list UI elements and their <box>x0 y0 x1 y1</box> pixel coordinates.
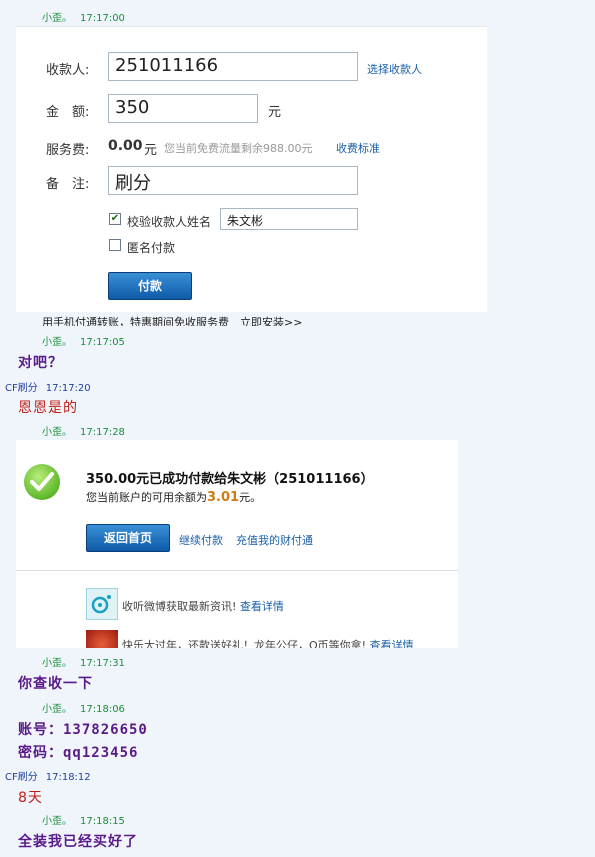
password-message: 密码：qq123456 <box>18 745 139 761</box>
message-time: 17:17:20 <box>45 383 91 394</box>
payee-input[interactable]: 251011166 <box>108 52 358 81</box>
fee-label: 服务费: <box>46 143 90 158</box>
chat-sender-header: 小歪。 17:18:06 <box>42 700 125 715</box>
verify-name-input[interactable]: 朱文彬 <box>220 208 358 230</box>
fee-unit: 元 <box>144 143 158 158</box>
payment-form-panel: 收款人: 251011166 选择收款人 金 额: 350 元 服务费: 0.0… <box>16 26 487 312</box>
promo-info-text: 快乐大过年，还款送好礼！龙年公仔，Q币等你拿! <box>122 639 367 648</box>
weibo-icon <box>86 588 118 620</box>
sender-name: 小歪。 <box>42 427 72 438</box>
success-title: 350.00元已成功付款给朱文彬（251011166） <box>86 472 374 487</box>
anonymous-label: 匿名付款 <box>127 241 176 255</box>
message-time: 17:17:31 <box>80 658 125 669</box>
verify-name-checkbox[interactable]: ✔ <box>109 213 121 225</box>
message-time: 17:18:15 <box>80 816 125 827</box>
chat-sender-header: 小歪。 17:18:15 <box>42 812 125 827</box>
sender-name: CF刷分 <box>5 383 38 394</box>
fee-value: 0.00 <box>108 138 143 154</box>
payee-label: 收款人: <box>46 63 90 78</box>
divider <box>16 570 458 571</box>
weibo-info-text: 收听微博获取最新资讯! <box>122 600 237 613</box>
pay-button[interactable]: 付款 <box>108 272 192 300</box>
sender-name: 小歪。 <box>42 816 72 827</box>
chat-message: 8天 <box>18 790 43 806</box>
chat-message: 对吧？ <box>18 355 63 371</box>
sender-name: CF刷分 <box>5 772 38 783</box>
chat-message: 你查收一下 <box>18 676 93 692</box>
sender-name: 小歪。 <box>42 337 72 348</box>
promo-details-link[interactable]: 查看详情 <box>370 639 414 648</box>
sender-name: 小歪。 <box>42 13 72 24</box>
chat-message: 全装我已经买好了 <box>18 834 138 850</box>
balance-line: 您当前账户的可用余额为3.01元。 <box>86 489 261 505</box>
amount-input[interactable]: 350 <box>108 94 258 123</box>
message-time: 17:17:05 <box>80 337 125 348</box>
lantern-icon <box>86 630 118 648</box>
chat-sender-header: 小歪。 17:17:05 <box>42 333 125 348</box>
account-message: 账号：137826650 <box>18 722 148 738</box>
return-home-button[interactable]: 返回首页 <box>86 524 170 552</box>
sender-name: 小歪。 <box>42 704 72 715</box>
amount-unit: 元 <box>268 105 282 120</box>
success-check-icon <box>24 464 60 500</box>
sender-name: 小歪。 <box>42 658 72 669</box>
message-time: 17:18:12 <box>45 772 91 783</box>
remark-input[interactable]: 刷分 <box>108 166 358 195</box>
fee-standard-link[interactable]: 收费标准 <box>336 140 380 156</box>
mobile-transfer-promo: 用手机付通转账，特惠期间免收服务费 立即安装>> <box>42 314 302 326</box>
payment-success-panel: 350.00元已成功付款给朱文彬（251011166） 您当前账户的可用余额为3… <box>16 440 458 648</box>
balance-prefix: 您当前账户的可用余额为 <box>86 491 207 504</box>
weibo-info: 收听微博获取最新资讯! 查看详情 <box>122 598 284 614</box>
weibo-details-link[interactable]: 查看详情 <box>240 600 284 613</box>
choose-payee-link[interactable]: 选择收款人 <box>367 61 422 77</box>
message-time: 17:17:28 <box>80 427 125 438</box>
message-time: 17:18:06 <box>80 704 125 715</box>
chat-sender-header: 小歪。 17:17:28 <box>42 423 125 438</box>
recharge-link[interactable]: 充值我的财付通 <box>236 532 313 548</box>
chat-sender-header: 小歪。 17:17:31 <box>42 654 125 669</box>
message-time: 17:17:00 <box>80 13 125 24</box>
promo-info: 快乐大过年，还款送好礼！龙年公仔，Q币等你拿! 查看详情 <box>122 637 414 648</box>
chat-sender-header: 小歪。 17:17:00 <box>42 9 125 24</box>
verify-name-label: 校验收款人姓名 <box>127 215 212 229</box>
balance-suffix: 元。 <box>239 491 262 504</box>
fee-note: 您当前免费流量剩余988.00元 <box>164 142 313 155</box>
chat-message: 恩恩是的 <box>18 400 78 416</box>
continue-payment-link[interactable]: 继续付款 <box>179 532 223 548</box>
anonymous-checkbox[interactable] <box>109 239 121 251</box>
balance-amount: 3.01 <box>207 490 240 505</box>
remark-label: 备 注: <box>46 177 90 192</box>
chat-sender-header: CF刷分 17:17:20 <box>5 379 91 394</box>
promo-text: 用手机付通转账，特惠期间免收服务费 立即安装>> <box>42 316 303 326</box>
amount-label: 金 额: <box>46 105 90 120</box>
chat-sender-header: CF刷分 17:18:12 <box>5 768 91 783</box>
